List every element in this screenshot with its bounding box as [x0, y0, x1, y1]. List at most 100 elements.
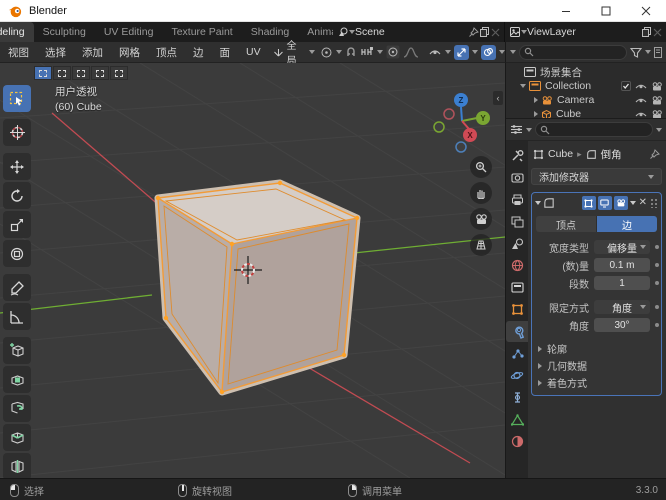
outliner-row-camera[interactable]: Camera	[506, 93, 666, 107]
workspace-tab-texture-paint[interactable]: Texture Paint	[162, 22, 241, 42]
close-button[interactable]	[626, 0, 666, 22]
menu-uv[interactable]: UV	[238, 46, 269, 58]
camera-eye-icon[interactable]	[635, 96, 647, 105]
menu-mesh[interactable]: 网格	[111, 45, 148, 60]
filter-chevron-icon[interactable]	[645, 50, 651, 54]
width-type-dropdown[interactable]: 偏移量	[594, 240, 650, 255]
pin-icon[interactable]	[468, 26, 479, 38]
select-mode-invert-button[interactable]	[91, 66, 109, 80]
menu-add[interactable]: 添加	[74, 45, 111, 60]
properties-tab-object-data[interactable]	[506, 409, 528, 430]
animate-dot[interactable]	[655, 305, 659, 309]
menu-view[interactable]: 视图	[0, 45, 37, 60]
pan-button[interactable]	[470, 182, 492, 204]
select-mode-intersect-button[interactable]	[110, 66, 128, 80]
menu-face[interactable]: 面	[212, 45, 239, 60]
menu-edge[interactable]: 边	[185, 45, 212, 60]
properties-tab-render[interactable]	[506, 167, 528, 188]
affect-edges-button[interactable]: 边	[597, 216, 657, 232]
animate-dot[interactable]	[655, 323, 659, 327]
toggle-realtime-display-button[interactable]	[597, 196, 612, 210]
new-layer-icon[interactable]	[641, 26, 653, 38]
properties-tab-constraints[interactable]	[506, 387, 528, 408]
limit-method-dropdown[interactable]: 角度	[594, 300, 650, 315]
breadcrumb-modifier-name[interactable]: 倒角	[601, 147, 622, 162]
cube-expand-icon[interactable]	[534, 111, 538, 117]
menu-select[interactable]: 选择	[37, 45, 74, 60]
maximize-button[interactable]	[586, 0, 626, 22]
properties-tab-modifiers[interactable]	[506, 321, 528, 342]
tool-add-cube[interactable]	[3, 337, 31, 364]
collection-render-icon[interactable]	[651, 81, 663, 91]
properties-options-chevron-icon[interactable]	[656, 127, 662, 132]
segments-field[interactable]: 1	[594, 276, 650, 290]
navigation-gizmo[interactable]: Z Y X	[433, 93, 490, 153]
properties-tab-tool[interactable]	[506, 145, 528, 166]
modifier-drag-handle[interactable]	[650, 198, 658, 208]
animate-dot[interactable]	[655, 263, 659, 267]
collection-eye-icon[interactable]	[635, 82, 647, 91]
modifier-extras-chevron-icon[interactable]	[629, 201, 636, 205]
zoom-button[interactable]	[470, 156, 492, 178]
properties-tab-view-layer[interactable]	[506, 211, 528, 232]
workspace-tab-uv-editing[interactable]: UV Editing	[95, 22, 163, 42]
snap-magnet-icon[interactable]	[345, 46, 357, 58]
breadcrumb-object-name[interactable]: Cube	[548, 148, 573, 160]
properties-tab-particles[interactable]	[506, 343, 528, 364]
tool-measure[interactable]	[3, 303, 31, 330]
outliner-editor-type-chevron-icon[interactable]	[510, 50, 516, 54]
viewlayer-selector[interactable]: ViewLayer	[527, 26, 641, 38]
filter-funnel-icon[interactable]	[630, 47, 642, 58]
properties-tab-scene[interactable]	[506, 233, 528, 254]
pivot-point-icon[interactable]	[320, 46, 333, 59]
properties-tab-output[interactable]	[506, 189, 528, 210]
gizmo-options-chevron-icon[interactable]	[445, 50, 452, 54]
camera-expand-icon[interactable]	[534, 97, 538, 103]
snap-chevron-icon[interactable]	[377, 50, 384, 54]
outliner-search-input[interactable]	[519, 44, 627, 60]
pivot-chevron-icon[interactable]	[336, 50, 343, 54]
tool-annotate[interactable]	[3, 274, 31, 301]
tool-move[interactable]	[3, 153, 31, 180]
cube-mesh[interactable]	[154, 179, 361, 396]
toggle-editmode-display-button[interactable]	[581, 196, 596, 210]
workspace-tab-sculpting[interactable]: Sculpting	[34, 22, 95, 42]
select-mode-subtract-button[interactable]	[72, 66, 90, 80]
camera-view-button[interactable]	[470, 208, 492, 230]
collection-expand-icon[interactable]	[520, 84, 526, 88]
tool-loop-cut[interactable]	[3, 453, 31, 478]
workspace-tab-modeling[interactable]: Modeling	[0, 22, 34, 42]
perspective-toggle-button[interactable]	[470, 234, 492, 256]
properties-tab-world[interactable]	[506, 255, 528, 276]
outliner-row-scene-collection[interactable]: 场景集合	[506, 65, 666, 79]
tool-rotate[interactable]	[3, 182, 31, 209]
animate-dot[interactable]	[655, 245, 659, 249]
tool-inset-faces[interactable]	[3, 395, 31, 422]
show-gizmo-eye-icon[interactable]	[428, 46, 442, 58]
toggle-render-display-button[interactable]	[613, 196, 628, 210]
tool-extrude-region[interactable]	[3, 366, 31, 393]
section-shading[interactable]: 着色方式	[532, 374, 661, 391]
proportional-editing-icon[interactable]	[386, 45, 400, 59]
properties-tab-material[interactable]	[506, 431, 528, 452]
tool-transform[interactable]	[3, 240, 31, 267]
pin-id-icon[interactable]	[649, 148, 660, 160]
gizmos-chevron-icon[interactable]	[472, 50, 479, 54]
section-profile[interactable]: 轮廓	[532, 340, 661, 357]
select-mode-set-button[interactable]	[34, 66, 52, 80]
properties-editor-type-icon[interactable]	[510, 124, 523, 135]
section-geometry[interactable]: 几何数据	[532, 357, 661, 374]
modifier-close-icon[interactable]: ✕	[638, 198, 648, 208]
animate-dot[interactable]	[655, 281, 659, 285]
viewport-3d[interactable]: Z Y X 用户透视 (60) Cube ‹	[0, 63, 505, 478]
camera-render-icon[interactable]	[651, 95, 663, 105]
amount-field[interactable]: 0.1 m	[594, 258, 650, 272]
properties-tab-collection[interactable]	[506, 277, 528, 298]
angle-field[interactable]: 30°	[594, 318, 650, 332]
collection-checkbox-icon[interactable]	[621, 81, 631, 91]
properties-editor-type-chevron-icon[interactable]	[526, 127, 532, 132]
properties-tab-object[interactable]	[506, 299, 528, 320]
tool-scale[interactable]	[3, 211, 31, 238]
affect-vertices-button[interactable]: 顶点	[536, 216, 597, 232]
tool-select-box[interactable]	[3, 85, 31, 112]
